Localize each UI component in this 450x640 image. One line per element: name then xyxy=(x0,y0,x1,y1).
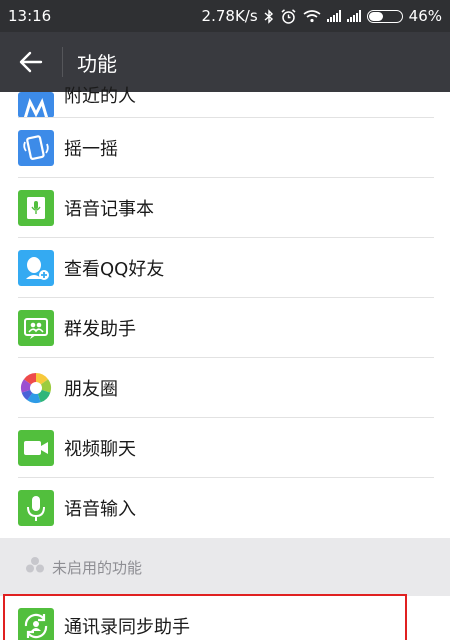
arrow-left-icon xyxy=(19,51,43,73)
list-item-label: 摇一摇 xyxy=(64,139,118,160)
list-item-voice-input[interactable]: 语音输入 xyxy=(0,478,450,538)
list-item-label: 视频聊天 xyxy=(64,439,136,460)
voice-input-icon xyxy=(18,490,54,526)
list-item-moments[interactable]: 朋友圈 xyxy=(0,358,450,418)
status-bar: 13:16 2.78K/s 46% xyxy=(0,0,450,32)
qq-friend-icon xyxy=(18,250,54,286)
list-item-label: 通讯录同步助手 xyxy=(64,617,190,638)
back-button[interactable] xyxy=(0,32,62,92)
contacts-sync-icon xyxy=(18,608,54,640)
list-item-nearby[interactable]: 附近的人 xyxy=(0,86,450,118)
list-item-voice-notebook[interactable]: 语音记事本 xyxy=(0,178,450,238)
section-label: 未启用的功能 xyxy=(52,558,143,577)
location-people-icon xyxy=(18,92,54,118)
video-chat-icon xyxy=(18,430,54,466)
feature-list: 附近的人 摇一摇 语音记事本 查看QQ好友 群发助手 朋友圈 视频聊天 语音输入… xyxy=(0,86,450,640)
list-item-label: 语音输入 xyxy=(64,499,136,520)
disabled-features-icon xyxy=(24,556,46,578)
bluetooth-icon xyxy=(264,8,274,24)
battery-icon xyxy=(366,9,403,23)
list-item-qq-friends[interactable]: 查看QQ好友 xyxy=(0,238,450,298)
cell-signal-2-icon xyxy=(346,10,361,22)
list-item-label: 语音记事本 xyxy=(64,199,154,220)
network-speed: 2.78K/s xyxy=(201,7,258,25)
group-message-icon xyxy=(18,310,54,346)
list-item-shake[interactable]: 摇一摇 xyxy=(0,118,450,178)
wifi-icon xyxy=(303,9,321,23)
cell-signal-icon xyxy=(326,10,341,22)
phone-shake-icon xyxy=(18,130,54,166)
status-right-group: 2.78K/s 46% xyxy=(202,7,442,25)
battery-percent: 46% xyxy=(408,7,442,25)
list-item-broadcast[interactable]: 群发助手 xyxy=(0,298,450,358)
list-item-label: 附近的人 xyxy=(64,86,136,107)
status-time: 13:16 xyxy=(8,7,52,25)
page-title: 功能 xyxy=(77,51,117,76)
alarm-clock-icon xyxy=(280,8,297,25)
list-item-label: 查看QQ好友 xyxy=(64,259,165,280)
list-item-label: 朋友圈 xyxy=(64,379,118,400)
moments-icon xyxy=(18,370,54,406)
list-item-contacts-sync[interactable]: 通讯录同步助手 xyxy=(0,596,450,640)
list-item-video-chat[interactable]: 视频聊天 xyxy=(0,418,450,478)
list-item-label: 群发助手 xyxy=(64,319,136,340)
section-header-disabled: 未启用的功能 xyxy=(0,538,450,596)
battery-level xyxy=(368,11,384,21)
voice-notebook-icon xyxy=(18,190,54,226)
